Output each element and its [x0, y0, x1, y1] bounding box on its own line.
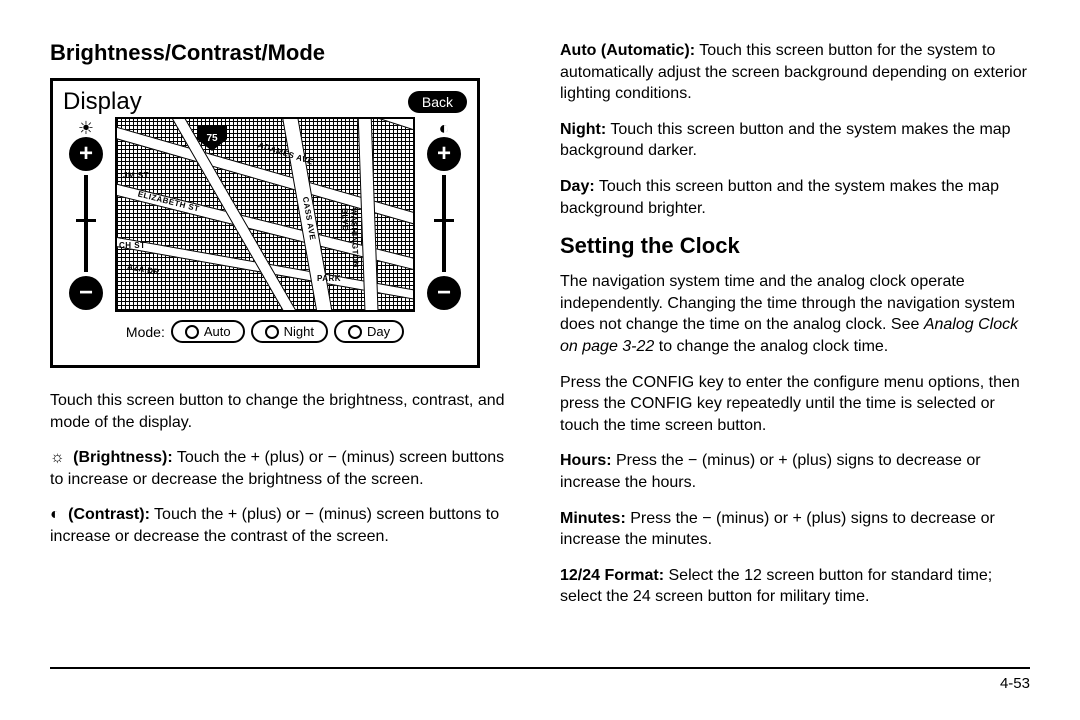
night-paragraph: Night: Touch this screen button and the …: [560, 119, 1030, 162]
hours-desc: Press the − (minus) or + (plus) signs to…: [560, 452, 981, 491]
contrast-plus-button[interactable]: +: [427, 137, 461, 171]
mode-auto-button[interactable]: Auto: [171, 320, 245, 343]
brightness-icon: ☀: [78, 119, 94, 137]
street-label: ADAMES AVE: [257, 140, 314, 166]
clock-paragraph-2: Press the CONFIG key to enter the config…: [560, 372, 1030, 437]
contrast-term: (Contrast):: [68, 506, 150, 523]
format-term: 12/24 Format:: [560, 567, 664, 584]
street-label: PARK: [317, 274, 341, 283]
street-label: JM ST: [123, 171, 149, 180]
contrast-slider: ◐ + −: [421, 117, 467, 312]
brightness-minus-button[interactable]: −: [69, 276, 103, 310]
contrast-inline-icon: ◐: [50, 504, 60, 526]
radio-icon: [348, 325, 362, 339]
heading-brightness-contrast-mode: Brightness/Contrast/Mode: [50, 40, 520, 66]
minutes-term: Minutes:: [560, 510, 626, 527]
radio-icon: [265, 325, 279, 339]
mode-label: Mode:: [126, 324, 165, 340]
right-column: Auto (Automatic): Touch this screen butt…: [560, 40, 1030, 690]
minutes-desc: Press the − (minus) or + (plus) signs to…: [560, 510, 995, 549]
street-label: CH ST: [119, 241, 146, 250]
radio-icon: [185, 325, 199, 339]
hours-term: Hours:: [560, 452, 612, 469]
screen-title: Display: [63, 88, 142, 116]
street-label: AZA DR: [126, 262, 160, 277]
brightness-inline-icon: ☼: [50, 447, 65, 469]
display-screen-illustration: Display Back ☀ + − 75: [50, 78, 480, 368]
day-paragraph: Day: Touch this screen button and the sy…: [560, 176, 1030, 219]
minutes-paragraph: Minutes: Press the − (minus) or + (plus)…: [560, 508, 1030, 551]
brightness-paragraph: ☼ (Brightness): Touch the + (plus) or − …: [50, 447, 520, 490]
contrast-paragraph: ◐ (Contrast): Touch the + (plus) or − (m…: [50, 504, 520, 547]
day-term: Day:: [560, 178, 595, 195]
auto-paragraph: Auto (Automatic): Touch this screen butt…: [560, 40, 1030, 105]
clock-paragraph-1: The navigation system time and the analo…: [560, 271, 1030, 357]
page-number: 4-53: [1000, 675, 1030, 692]
intro-text: Touch this screen button to change the b…: [50, 390, 520, 433]
mode-row: Mode: Auto Night Day: [63, 320, 467, 343]
mode-night-button[interactable]: Night: [251, 320, 328, 343]
left-column: Brightness/Contrast/Mode Display Back ☀ …: [50, 40, 520, 690]
night-desc: Touch this screen button and the system …: [560, 121, 1011, 160]
page-footer: 4-53: [50, 667, 1030, 692]
auto-term: Auto (Automatic):: [560, 42, 695, 59]
brightness-plus-button[interactable]: +: [69, 137, 103, 171]
contrast-icon: ◐: [439, 119, 450, 137]
format-paragraph: 12/24 Format: Select the 12 screen butto…: [560, 565, 1030, 608]
heading-setting-the-clock: Setting the Clock: [560, 233, 1030, 259]
contrast-minus-button[interactable]: −: [427, 276, 461, 310]
night-term: Night:: [560, 121, 606, 138]
mode-day-button[interactable]: Day: [334, 320, 404, 343]
street-label: WASHINGTON BLVD: [340, 208, 360, 273]
brightness-slider: ☀ + −: [63, 117, 109, 312]
day-desc: Touch this screen button and the system …: [560, 178, 999, 217]
map-preview: 75 ADAMES AVE JM ST ELIZABETH ST CH ST A…: [115, 117, 415, 312]
brightness-track[interactable]: [84, 175, 88, 272]
hours-paragraph: Hours: Press the − (minus) or + (plus) s…: [560, 450, 1030, 493]
back-button[interactable]: Back: [408, 91, 467, 113]
brightness-term: (Brightness):: [73, 449, 173, 466]
contrast-track[interactable]: [442, 175, 446, 272]
